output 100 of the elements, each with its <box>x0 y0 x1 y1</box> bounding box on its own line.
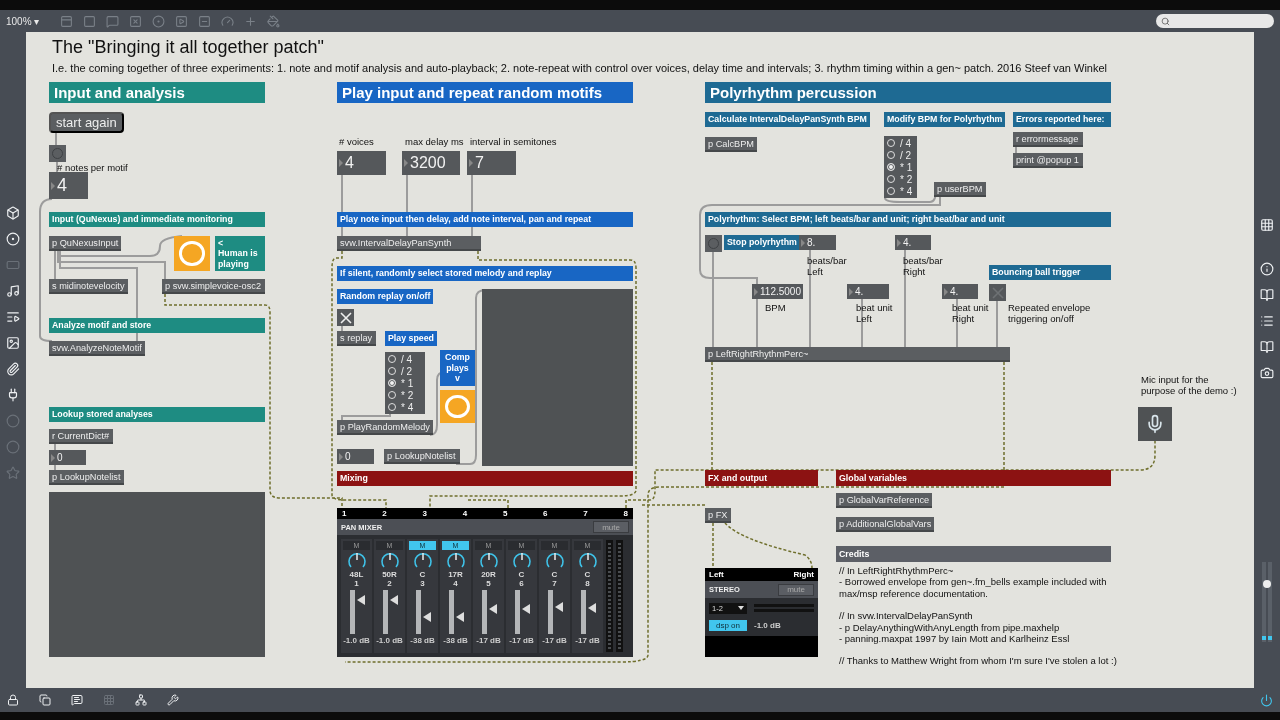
radio-option[interactable]: * 2 <box>388 389 422 401</box>
music-note-icon[interactable] <box>6 284 20 298</box>
list-icon[interactable] <box>1260 314 1274 328</box>
radio-option[interactable]: / 2 <box>887 149 914 161</box>
toggle-button[interactable] <box>989 284 1006 301</box>
object-box[interactable]: p FX <box>705 508 731 523</box>
object-box[interactable]: p AdditionalGlobalVars <box>836 517 935 532</box>
number-box[interactable]: 4 <box>337 151 386 175</box>
radio-option[interactable]: / 2 <box>388 365 422 377</box>
power-icon[interactable] <box>1260 693 1273 707</box>
object-box[interactable]: s midinotevelocity <box>49 279 128 294</box>
object-box[interactable]: p LookupNotelist <box>384 449 460 464</box>
camera-icon[interactable] <box>1260 366 1274 380</box>
gain-value: -1.0 dB <box>376 636 403 645</box>
toggle-button[interactable] <box>337 309 354 326</box>
pan-knob-icon[interactable] <box>543 550 566 570</box>
radio-option[interactable]: * 1 <box>388 377 422 389</box>
play-list-icon[interactable] <box>6 310 20 324</box>
book-icon[interactable] <box>1260 340 1274 354</box>
channel-number: 7 <box>552 579 557 588</box>
wrench-icon[interactable] <box>167 694 179 706</box>
section-header: Polyrhythm percussion <box>705 82 1111 103</box>
lock-icon[interactable] <box>7 694 19 706</box>
level-meter-icon <box>606 540 613 652</box>
panel-label: Stop polyrhythm <box>724 235 800 250</box>
level-meter-icon <box>754 603 814 613</box>
number-box[interactable]: 0 <box>337 449 374 464</box>
fader-thumb[interactable] <box>554 601 563 612</box>
search-field[interactable] <box>1156 14 1274 28</box>
object-box[interactable]: p CalcBPM <box>705 137 757 152</box>
radio-circle[interactable] <box>887 163 895 171</box>
object-box[interactable]: p userBPM <box>934 182 986 197</box>
number-box[interactable]: 4. <box>895 235 931 250</box>
info-icon[interactable] <box>1260 262 1274 276</box>
panel-label: Polyrhythm: Select BPM; left beats/bar and unit; right beat/bar and unit <box>705 212 1111 227</box>
object-box[interactable]: r errormessage <box>1013 132 1083 147</box>
pan-knob-icon[interactable] <box>411 550 434 570</box>
object-box[interactable]: svw.AnalyzeNoteMotif <box>49 341 145 356</box>
radio-option[interactable]: / 4 <box>887 137 914 149</box>
microphone-button[interactable] <box>1138 407 1172 441</box>
gain-value: -38 dB <box>443 636 468 645</box>
pan-knob-icon[interactable] <box>444 550 467 570</box>
number-box[interactable]: 7 <box>467 151 516 175</box>
object-box[interactable]: p QuNexusInput <box>49 236 122 251</box>
object-box[interactable]: p LookupNotelist <box>49 470 124 485</box>
slider-thumb[interactable] <box>1263 580 1271 588</box>
pan-knob-icon[interactable] <box>576 550 599 570</box>
radio-option[interactable]: / 4 <box>388 353 422 365</box>
message-button[interactable]: start again <box>49 112 124 133</box>
fader-thumb[interactable] <box>488 603 497 614</box>
paperclip-icon[interactable] <box>6 362 20 376</box>
pan-knob-icon[interactable] <box>345 550 368 570</box>
fader-thumb[interactable] <box>455 612 464 623</box>
image-icon[interactable] <box>6 336 20 350</box>
object-box[interactable]: p GlobalVarReference <box>836 493 933 508</box>
object-box[interactable]: p svw.simplevoice-osc2 <box>162 279 265 294</box>
copy-icon[interactable] <box>39 694 51 706</box>
plug-icon[interactable] <box>6 388 20 402</box>
radio-option[interactable]: * 2 <box>887 173 914 185</box>
book-icon[interactable] <box>1260 288 1274 302</box>
fader-thumb[interactable] <box>389 595 398 606</box>
radio-circle[interactable] <box>388 379 396 387</box>
object-box[interactable]: s replay <box>337 331 376 346</box>
panel-label: FX and output <box>705 470 818 486</box>
object-box[interactable]: svw.IntervalDelayPanSynth <box>337 236 481 251</box>
panel-label: Comp plays v <box>440 350 475 386</box>
panel-label: Global variables <box>836 470 1111 486</box>
volume-slider[interactable] <box>1261 562 1273 642</box>
object-box[interactable]: p LeftRightRhythmPerc~ <box>705 347 1010 362</box>
comment-text: # voices <box>339 136 374 148</box>
pan-value: C <box>419 570 426 579</box>
fader-thumb[interactable] <box>356 595 365 606</box>
number-box[interactable]: 4. <box>942 284 978 299</box>
number-box[interactable]: 112.5000 <box>752 284 803 299</box>
zoom-menu[interactable]: 100% ▾ <box>6 15 50 27</box>
cube-icon[interactable] <box>6 206 20 220</box>
comment-text: BPM <box>765 302 786 314</box>
object-box[interactable]: r CurrentDict# <box>49 429 113 444</box>
radio-option[interactable]: * 4 <box>388 401 422 413</box>
number-box[interactable]: 4 <box>49 172 88 199</box>
pan-knob-icon[interactable] <box>378 550 401 570</box>
fader-thumb[interactable] <box>587 602 596 613</box>
dsp-button[interactable]: dsp on <box>709 620 747 632</box>
number-box[interactable]: 0 <box>49 450 86 465</box>
object-box[interactable]: print @popup 1 <box>1013 153 1083 168</box>
pan-knob-icon[interactable] <box>510 550 533 570</box>
panel-label: Bouncing ball trigger <box>989 265 1111 280</box>
pan-knob-icon[interactable] <box>477 550 500 570</box>
panel-label: Play note input then delay, add note interval, pan and repeat <box>337 212 633 227</box>
radio-option[interactable]: * 4 <box>887 185 914 197</box>
fader-thumb[interactable] <box>422 612 431 623</box>
fader-thumb[interactable] <box>521 603 530 614</box>
comment-text: Mic input for the purpose of the demo :) <box>1141 374 1237 397</box>
star-icon[interactable] <box>6 466 20 480</box>
number-box[interactable]: 8. <box>799 235 836 250</box>
number-box[interactable]: 4. <box>847 284 889 299</box>
radio-option[interactable]: * 1 <box>887 161 914 173</box>
network-icon[interactable] <box>135 694 147 706</box>
number-box[interactable]: 3200 <box>402 151 460 175</box>
object-box[interactable]: p PlayRandomMelody <box>337 420 433 435</box>
